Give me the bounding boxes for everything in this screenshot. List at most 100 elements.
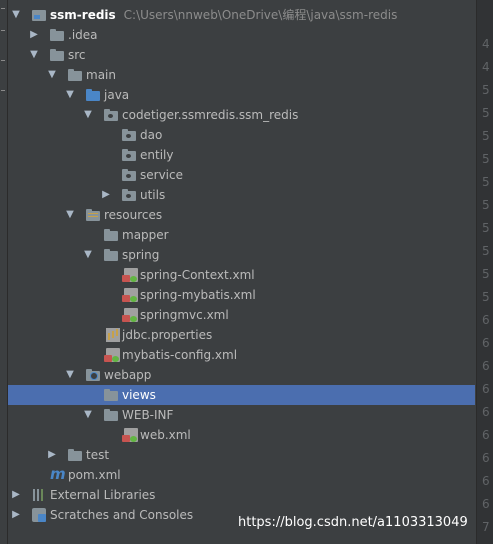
package-icon — [122, 169, 136, 181]
line-number: 5 — [482, 83, 490, 97]
chevron-down-icon[interactable]: ▼ — [28, 45, 40, 65]
tree-row-web-xml[interactable]: web.xml — [8, 425, 475, 445]
line-number: 5 — [482, 244, 490, 258]
tree-row-external-libraries[interactable]: ▶ External Libraries — [8, 485, 475, 505]
tree-label: entily — [140, 148, 174, 162]
tree-label: mapper — [122, 228, 169, 242]
package-icon — [122, 189, 136, 201]
line-number: 4 — [482, 60, 490, 74]
line-number: 6 — [482, 313, 490, 327]
tree-row-views[interactable]: views — [8, 385, 475, 405]
line-number: 6 — [482, 405, 490, 419]
chevron-down-icon[interactable]: ▼ — [10, 5, 22, 25]
line-number: 6 — [482, 382, 490, 396]
tree-row-spring-mybatis-xml[interactable]: spring-mybatis.xml — [8, 285, 475, 305]
tree-row-spring-context-xml[interactable]: spring-Context.xml — [8, 265, 475, 285]
folder-icon — [68, 69, 82, 81]
chevron-down-icon[interactable]: ▼ — [82, 245, 94, 265]
tree-label: .idea — [68, 28, 98, 42]
tree-label: resources — [104, 208, 163, 222]
tree-label: jdbc.properties — [122, 328, 213, 342]
spring-xml-icon — [122, 308, 138, 322]
tree-row-resources[interactable]: ▼ resources — [8, 205, 475, 225]
package-icon — [104, 109, 118, 121]
tree-row-springmvc-xml[interactable]: springmvc.xml — [8, 305, 475, 325]
chevron-down-icon[interactable]: ▼ — [64, 205, 76, 225]
tree-label: springmvc.xml — [140, 308, 229, 322]
tree-row-utils[interactable]: ▶ utils — [8, 185, 475, 205]
maven-icon: m — [50, 465, 66, 483]
tree-label: dao — [140, 128, 163, 142]
tree-row-package-root[interactable]: ▼ codetiger.ssmredis.ssm_redis — [8, 105, 475, 125]
tree-label: webapp — [104, 368, 152, 382]
line-number: 5 — [482, 290, 490, 304]
chevron-down-icon[interactable]: ▼ — [64, 85, 76, 105]
tree-row-idea[interactable]: ▶ .idea — [8, 25, 475, 45]
chevron-down-icon[interactable]: ▼ — [46, 65, 58, 85]
chevron-down-icon[interactable]: ▼ — [64, 365, 76, 385]
chevron-down-icon[interactable]: ▼ — [82, 405, 94, 425]
folder-icon — [104, 389, 118, 401]
chevron-right-icon[interactable]: ▶ — [46, 445, 58, 465]
editor-line-gutter: 4 4 5 5 5 5 5 5 5 5 5 5 6 6 6 6 6 6 6 6 … — [476, 0, 493, 544]
folder-icon — [104, 229, 118, 241]
line-number: 6 — [482, 451, 490, 465]
tree-label: Scratches and Consoles — [50, 508, 194, 522]
tree-label: java — [104, 88, 130, 102]
tree-row-web-inf[interactable]: ▼ WEB-INF — [8, 405, 475, 425]
chevron-right-icon[interactable]: ▶ — [100, 185, 112, 205]
tree-label: WEB-INF — [122, 408, 174, 422]
tree-label: pom.xml — [68, 468, 121, 482]
folder-icon — [68, 449, 82, 461]
tree-label: web.xml — [140, 428, 191, 442]
project-name: ssm-redis — [50, 8, 116, 22]
tree-label: spring-Context.xml — [140, 268, 255, 282]
line-number: 6 — [482, 359, 490, 373]
folder-icon — [50, 49, 64, 61]
tree-row-project-root[interactable]: ▼ ssm-redis C:\Users\nnweb\OneDrive\编程\ja… — [8, 5, 475, 25]
line-number: 5 — [482, 267, 490, 281]
folder-icon — [50, 29, 64, 41]
tree-row-java[interactable]: ▼ java — [8, 85, 475, 105]
tree-row-pom-xml[interactable]: m pom.xml — [8, 465, 475, 485]
tree-row-mybatis-config-xml[interactable]: mybatis-config.xml — [8, 345, 475, 365]
chevron-right-icon[interactable]: ▶ — [28, 25, 40, 45]
folder-icon — [104, 409, 118, 421]
source-folder-icon — [86, 89, 100, 101]
tree-label: utils — [140, 188, 166, 202]
package-icon — [122, 129, 136, 141]
package-icon — [122, 149, 136, 161]
tree-label: spring-mybatis.xml — [140, 288, 256, 302]
tree-row-webapp[interactable]: ▼ webapp — [8, 365, 475, 385]
watermark-text: https://blog.csdn.net/a1103313049 — [238, 515, 468, 530]
tree-label: main — [86, 68, 116, 82]
chevron-down-icon[interactable]: ▼ — [82, 105, 94, 125]
tree-label: service — [140, 168, 183, 182]
project-path: C:\Users\nnweb\OneDrive\编程\java\ssm-redi… — [123, 8, 398, 22]
tree-row-test[interactable]: ▶ test — [8, 445, 475, 465]
scratches-icon — [32, 508, 46, 522]
tree-label: codetiger.ssmredis.ssm_redis — [122, 108, 299, 122]
line-number: 6 — [482, 474, 490, 488]
tree-row-jdbc-properties[interactable]: jdbc.properties — [8, 325, 475, 345]
tree-row-src[interactable]: ▼ src — [8, 45, 475, 65]
line-number: 6 — [482, 336, 490, 350]
line-number: 6 — [482, 497, 490, 511]
tree-label: spring — [122, 248, 160, 262]
tree-row-dao[interactable]: dao — [8, 125, 475, 145]
tree-label: External Libraries — [50, 488, 156, 502]
tree-row-main[interactable]: ▼ main — [8, 65, 475, 85]
tree-row-service[interactable]: service — [8, 165, 475, 185]
resources-folder-icon — [86, 209, 100, 221]
line-number: 5 — [482, 106, 490, 120]
tree-label: mybatis-config.xml — [122, 348, 238, 362]
tree-row-spring[interactable]: ▼ spring — [8, 245, 475, 265]
folder-icon — [104, 249, 118, 261]
tree-row-entily[interactable]: entily — [8, 145, 475, 165]
chevron-right-icon[interactable]: ▶ — [10, 505, 22, 525]
tree-row-mapper[interactable]: mapper — [8, 225, 475, 245]
line-number: 5 — [482, 129, 490, 143]
project-folder-icon — [32, 10, 46, 21]
chevron-right-icon[interactable]: ▶ — [10, 485, 22, 505]
spring-xml-icon — [122, 268, 138, 282]
